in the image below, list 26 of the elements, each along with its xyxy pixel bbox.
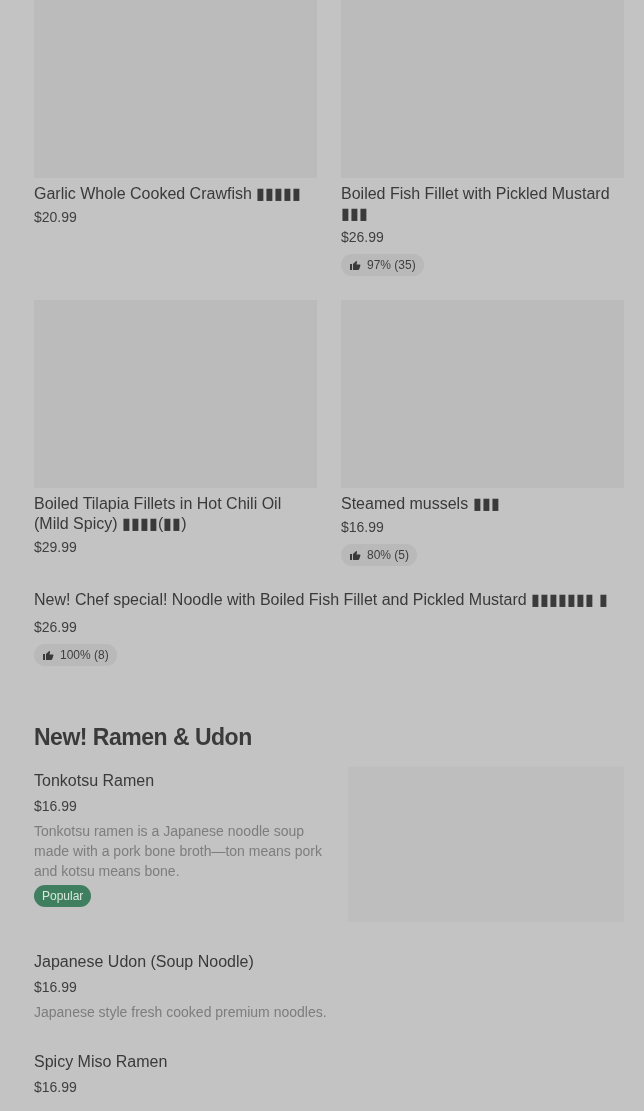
item-price: $16.99 (34, 797, 78, 815)
item-name[interactable]: Spicy Miso Ramen (34, 1052, 624, 1072)
item-name[interactable]: Garlic Whole Cooked Crawfish ▮▮▮▮▮ (34, 184, 317, 204)
section-heading: New! Ramen & Udon (34, 724, 253, 751)
rating-text: 97% (35) (367, 258, 416, 272)
thumbs-up-icon (349, 259, 361, 271)
item-price: $16.99 (34, 1078, 78, 1096)
item-name[interactable]: Tonkotsu Ramen (34, 771, 328, 791)
item-name[interactable]: New! Chef special! Noodle with Boiled Fish Fillet and Pickled Mustard ▮▮▮▮▮▮▮ ▮ (34, 590, 624, 610)
item-price: $26.99 (34, 618, 78, 636)
rating-text: 100% (8) (60, 648, 109, 662)
item-name[interactable]: Steamed mussels ▮▮▮ (341, 494, 624, 514)
thumbs-up-icon (42, 649, 54, 661)
popular-badge: Popular (34, 885, 92, 907)
rating-text: 80% (5) (367, 548, 410, 562)
item-name[interactable]: Boiled Fish Fillet with Pickled Mustard ▮▮▮ (341, 184, 624, 224)
item-description: Japanese style fresh cooked premium noodles. (34, 1003, 328, 1022)
item-price: $29.99 (34, 538, 78, 556)
thumbs-up-icon (349, 549, 361, 561)
item-description: Tonkotsu ramen is a Japanese noodle soup made with a pork bone broth—ton means pork and kotsu means bone. (34, 822, 323, 881)
item-name[interactable]: Boiled Tilapia Fillets in Hot Chili Oil (Mild Spicy) ▮▮▮▮(▮▮) (34, 494, 317, 534)
item-name[interactable]: Japanese Udon (Soup Noodle) (34, 952, 624, 972)
item-price: $26.99 (341, 228, 385, 246)
item-price: $16.99 (34, 978, 78, 996)
item-price: $20.99 (34, 208, 78, 226)
item-price: $16.99 (341, 518, 385, 536)
